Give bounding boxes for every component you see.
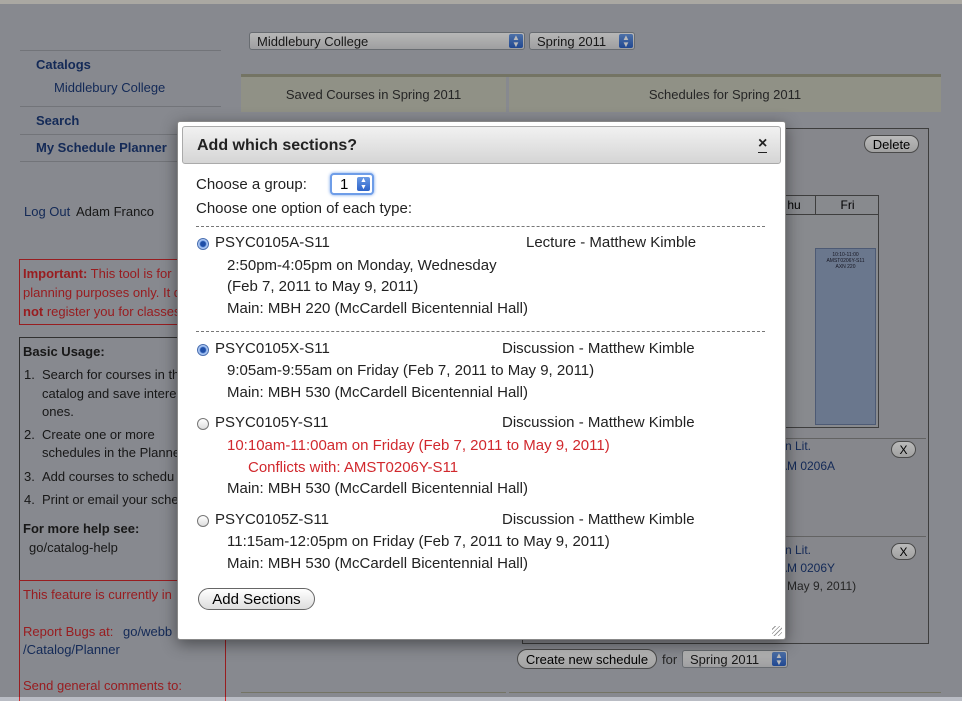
group-label: Choose a group: [196,176,307,193]
section-code: PSYC0105Y-S11 [215,414,329,431]
section-location: Main: MBH 530 (McCardell Bicentennial Ha… [227,555,528,572]
section-code: PSYC0105Z-S11 [215,511,329,528]
section-radio-y[interactable] [197,418,209,430]
section-radio-a[interactable] [197,238,209,250]
section-time-conflict: 10:10am-11:00am on Friday (Feb 7, 2011 t… [227,437,610,454]
section-time: 2:50pm-4:05pm on Monday, Wednesday [227,257,497,274]
section-code: PSYC0105A-S11 [215,234,330,251]
section-location: Main: MBH 530 (McCardell Bicentennial Ha… [227,480,528,497]
section-location: Main: MBH 530 (McCardell Bicentennial Ha… [227,384,528,401]
select-arrows-icon: ▲ ▼ [357,177,370,191]
section-radio-z[interactable] [197,515,209,527]
add-sections-dialog: Add which sections? × Choose a group: 1 … [177,121,786,640]
dialog-header[interactable]: Add which sections? × [182,126,781,164]
section-code: PSYC0105X-S11 [215,340,330,357]
group-select[interactable]: 1 ▲ ▼ [330,173,374,195]
section-type: Discussion - Matthew Kimble [502,414,695,431]
dialog-divider [196,226,765,227]
group-value: 1 [340,176,349,193]
dialog-title: Add which sections? [197,137,358,154]
section-type: Lecture - Matthew Kimble [526,234,697,251]
section-dates: (Feb 7, 2011 to May 9, 2011) [227,278,419,295]
dialog-divider [196,331,765,332]
conflict-message: Conflicts with: AMST0206Y-S11 [248,459,459,476]
close-icon[interactable]: × [758,136,768,153]
resize-grip-icon[interactable] [772,626,782,636]
section-type: Discussion - Matthew Kimble [502,340,695,357]
dialog-instruction: Choose one option of each type: [196,200,412,217]
section-time: 9:05am-9:55am on Friday (Feb 7, 2011 to … [227,362,595,379]
add-sections-button[interactable]: Add Sections [198,588,315,610]
section-radio-x[interactable] [197,344,209,356]
section-location: Main: MBH 220 (McCardell Bicentennial Ha… [227,300,528,317]
section-time: 11:15am-12:05pm on Friday (Feb 7, 2011 t… [227,533,610,550]
section-type: Discussion - Matthew Kimble [502,511,695,528]
